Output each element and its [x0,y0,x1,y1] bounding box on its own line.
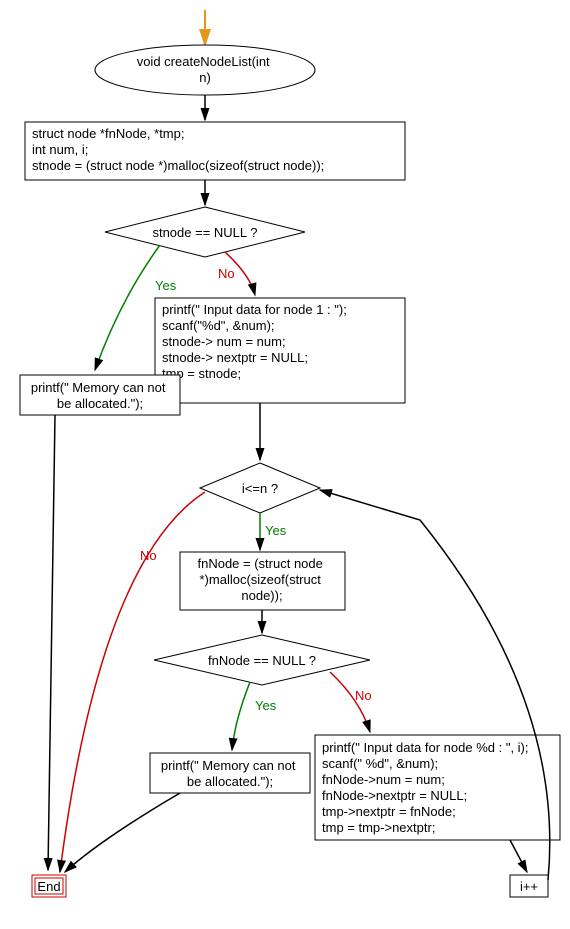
arrow-memerr1-end [48,415,55,870]
init-line2: int num, i; [32,142,88,157]
dec1-yes-label: Yes [155,278,177,293]
input2-line2: scanf(" %d", &num); [322,756,438,771]
end-label: End [37,879,60,894]
flowchart-canvas: void createNodeList(int n) struct node *… [0,0,570,929]
dec2-no-label: No [140,548,157,563]
input1-line2: scanf("%d", &num); [162,318,275,333]
dec2-label: i<=n ? [242,481,278,496]
input1-line3: stnode-> num = num; [162,334,286,349]
dec3-label: fnNode == NULL ? [208,653,316,668]
init-line3: stnode = (struct node *)malloc(sizeof(st… [32,158,324,173]
input2-line1: printf(" Input data for node %d : ", i); [322,740,529,755]
input1-line4: stnode-> nextptr = NULL; [162,350,308,365]
init-line1: struct node *fnNode, *tmp; [32,126,184,141]
start-label-1: void createNodeList(int [137,54,270,69]
alloc2-line2: *)malloc(sizeof(struct [200,572,322,587]
dec2-yes-label: Yes [265,523,287,538]
memerr1-line1: printf(" Memory can not [31,380,166,395]
inc-label: i++ [520,879,538,894]
dec1-no-label: No [218,266,235,281]
input2-line4: fnNode->nextptr = NULL; [322,788,467,803]
input2-line5: tmp->nextptr = fnNode; [322,804,456,819]
dec2-no-path [60,492,205,872]
memerr1-line2: be allocated."); [57,396,143,411]
alloc2-line1: fnNode = (struct node [197,556,322,571]
input2-line3: fnNode->num = num; [322,772,445,787]
dec3-no-label: No [355,688,372,703]
input1-line1: printf(" Input data for node 1 : "); [162,302,347,317]
arrow-input2-inc [510,840,527,872]
alloc2-line3: node)); [241,588,282,603]
dec1-label: stnode == NULL ? [152,225,257,240]
input2-line6: tmp = tmp->nextptr; [322,820,435,835]
dec1-yes-path [95,245,160,370]
dec3-yes-path [232,682,250,750]
memerr2-line1: printf(" Memory can not [161,758,296,773]
arrow-memerr2-end [65,793,180,872]
start-label-2: n) [199,70,211,85]
dec3-yes-label: Yes [255,698,277,713]
memerr2-line2: be allocated."); [187,774,273,789]
